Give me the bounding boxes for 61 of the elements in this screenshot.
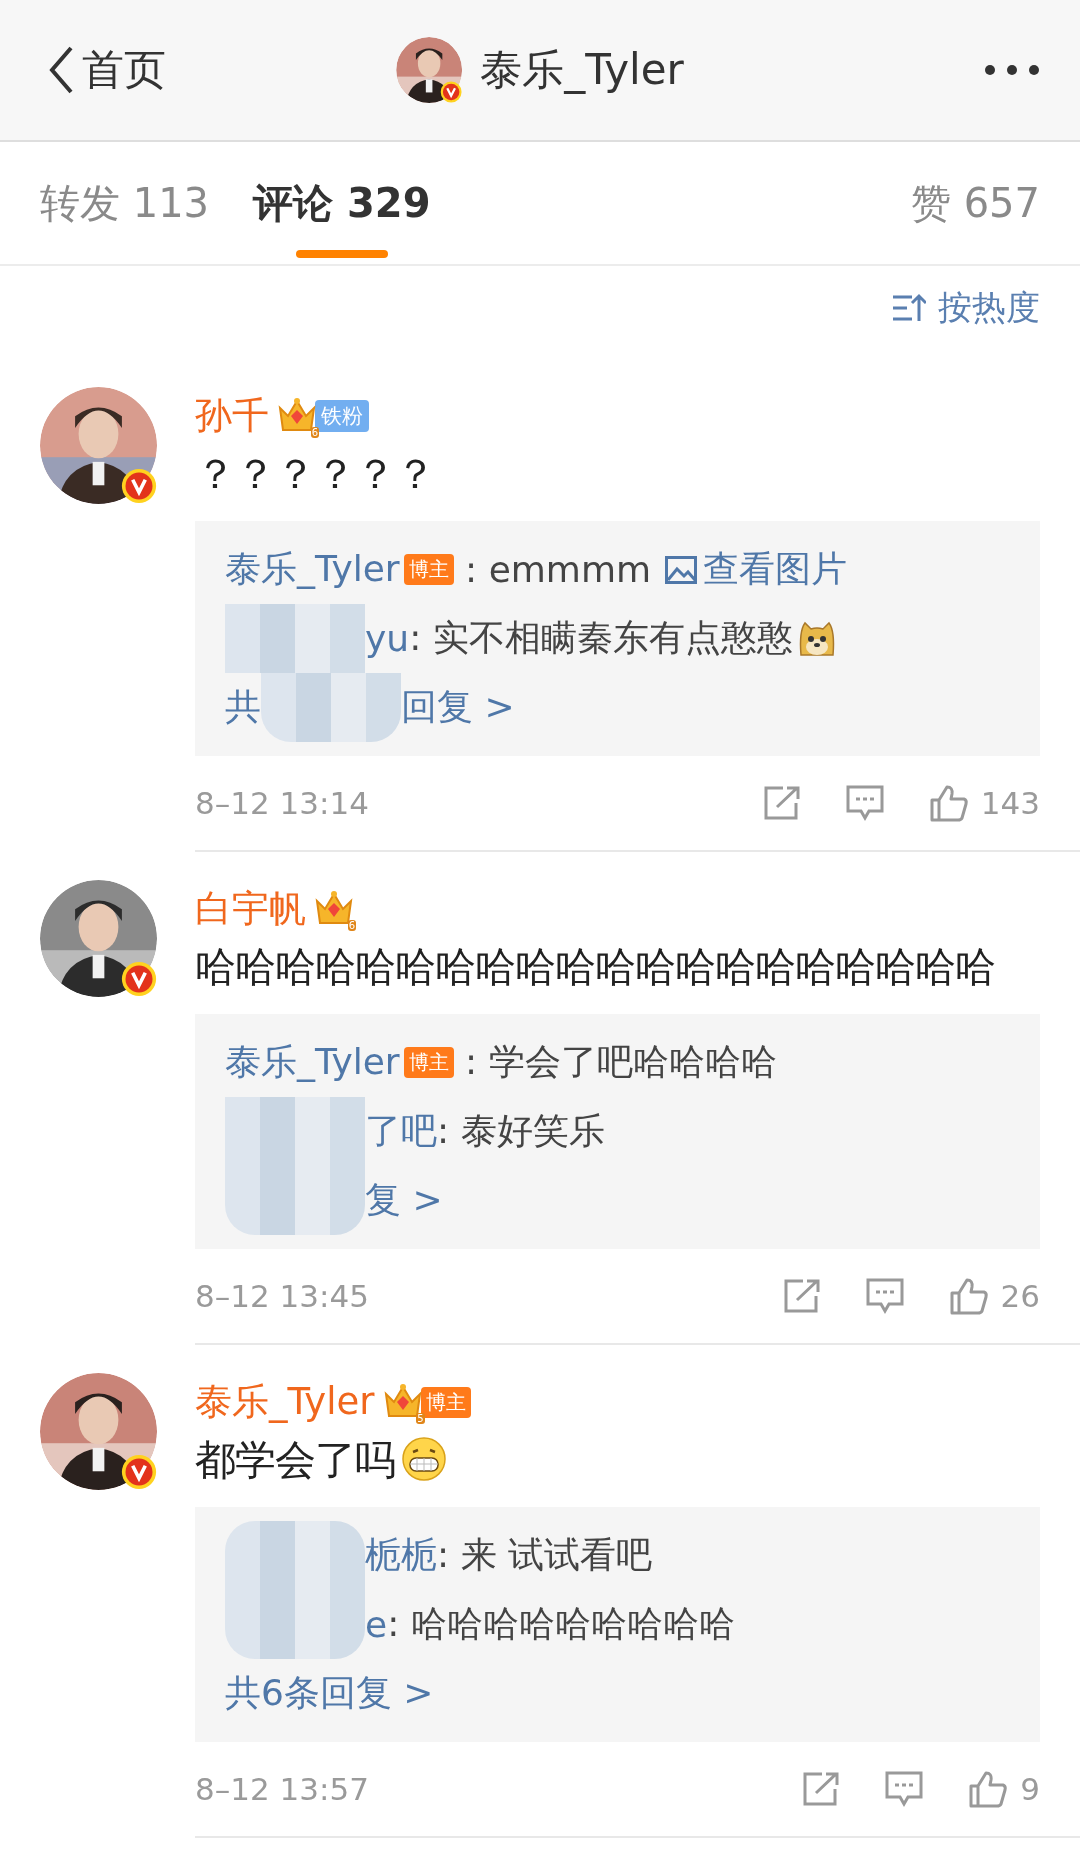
more-replies-link[interactable]: 复 > (365, 1176, 443, 1225)
reply-text: : 学会了吧哈哈哈哈 (464, 1040, 777, 1084)
comment-icon (844, 784, 885, 822)
tab[interactable]: 转发 113 (40, 142, 210, 264)
like-button[interactable]: 9 (968, 1770, 1040, 1808)
tab[interactable]: 评论 329 (253, 142, 431, 264)
share-button[interactable] (782, 1278, 821, 1314)
reply-user-name[interactable]: 栀栀 (365, 1531, 437, 1580)
verified-icon (121, 961, 157, 997)
comment-text: ？？？？？？ (195, 449, 436, 499)
reply-button[interactable] (864, 1277, 905, 1315)
reply-text: : 实不相瞒秦东有点憨憨 (409, 616, 793, 660)
author-badge: 博主 (403, 1047, 454, 1078)
user-name[interactable]: 泰乐_Tyler (195, 1377, 375, 1427)
reply-user-name[interactable]: 泰乐_Tyler (225, 1038, 400, 1087)
reply-text: : emmmm (464, 549, 652, 590)
sort-icon (892, 293, 926, 323)
share-button[interactable] (762, 785, 801, 821)
reply-button[interactable] (884, 1770, 925, 1808)
user-name[interactable]: 白宇帆 (195, 884, 306, 934)
reply-user-name[interactable]: 泰乐_Tyler (225, 545, 400, 594)
comment-text: 都学会了吗 (195, 1435, 1040, 1485)
back-button[interactable]: 首页 (48, 42, 166, 98)
reply-text: : 泰好笑乐 (437, 1109, 605, 1153)
profile-name: 泰乐_Tyler (480, 44, 684, 96)
view-image-link[interactable]: 查看图片 (665, 545, 848, 594)
like-button[interactable]: 26 (948, 1277, 1040, 1315)
reply-user-name[interactable]: e (365, 1604, 388, 1645)
thumbs-up-icon (948, 1277, 989, 1315)
author-badge: 博主 (403, 554, 454, 585)
verified-icon (121, 468, 157, 504)
share-icon (802, 1771, 841, 1807)
reply-user-name[interactable]: yu (365, 618, 410, 659)
timestamp: 8–12 13:14 (195, 785, 369, 821)
like-button[interactable]: 143 (928, 784, 1040, 822)
image-icon (665, 555, 698, 584)
reply-text: : 哈哈哈哈哈哈哈哈哈 (387, 1602, 735, 1646)
share-icon (782, 1278, 821, 1314)
verified-icon (121, 1454, 157, 1490)
reply-count-text: 共 (225, 685, 261, 729)
user-name[interactable]: 孙千 (195, 391, 269, 441)
grin-emoji-icon (401, 1436, 447, 1482)
back-icon (48, 45, 74, 95)
share-button[interactable] (802, 1771, 841, 1807)
comment-text: 哈哈哈哈哈哈哈哈哈哈哈哈哈哈哈哈哈哈哈哈 (195, 942, 996, 992)
more-replies-link[interactable]: 共6条回复 > (225, 1669, 434, 1718)
timestamp: 8–12 13:45 (195, 1278, 369, 1314)
sort-button[interactable]: 按热度 (892, 284, 1040, 332)
thumbs-up-icon (928, 784, 969, 822)
verified-icon (440, 81, 463, 103)
more-replies-link[interactable]: 回复 > (401, 683, 515, 732)
reply-user-name[interactable]: 了吧 (365, 1107, 437, 1156)
more-icon[interactable] (984, 64, 1040, 76)
comment-icon (884, 1770, 925, 1808)
reply-text: : 来 试试看吧 (437, 1533, 652, 1577)
tab[interactable]: 赞 657 (910, 142, 1040, 264)
comment-icon (864, 1277, 905, 1315)
thumbs-up-icon (968, 1770, 1009, 1808)
timestamp: 8–12 13:57 (195, 1771, 369, 1807)
share-icon (762, 785, 801, 821)
reply-button[interactable] (844, 784, 885, 822)
